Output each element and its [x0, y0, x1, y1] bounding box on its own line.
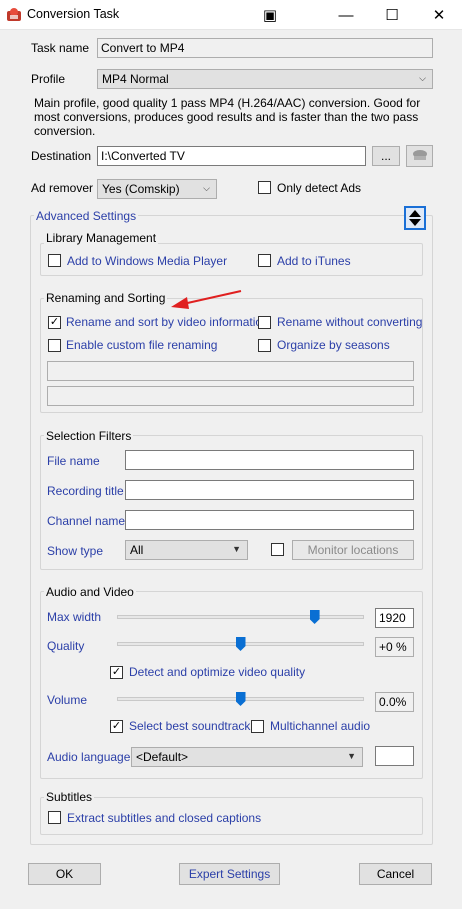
- extract-subtitles-label: Extract subtitles and closed captions: [67, 811, 262, 825]
- audio-language-value: <Default>: [136, 750, 189, 764]
- app-icon: [6, 6, 22, 22]
- add-wmp-label: Add to Windows Media Player: [67, 254, 228, 268]
- advanced-settings-title[interactable]: Advanced Settings: [34, 209, 139, 223]
- audio-language-extra-field[interactable]: [375, 746, 414, 766]
- max-width-slider-track[interactable]: [117, 615, 364, 619]
- ad-remover-dropdown[interactable]: Yes (Comskip) ⌵: [97, 179, 217, 199]
- recording-title-field[interactable]: [125, 480, 414, 500]
- quality-value[interactable]: +0 %: [375, 637, 414, 657]
- multichannel-audio-label: Multichannel audio: [270, 719, 371, 733]
- rename-sort-label: Rename and sort by video information: [66, 315, 269, 329]
- close-button[interactable]: ✕: [416, 0, 462, 30]
- library-management-title: Library Management: [44, 231, 159, 245]
- detect-optimize-checkbox[interactable]: ✓: [110, 666, 123, 679]
- chevron-down-icon: ⌵: [419, 73, 426, 83]
- custom-rename-pattern-field-2: [47, 386, 414, 406]
- custom-renaming-label: Enable custom file renaming: [66, 338, 218, 352]
- add-wmp-checkbox[interactable]: [48, 254, 61, 267]
- add-itunes-label: Add to iTunes: [277, 254, 351, 268]
- volume-value[interactable]: 0.0%: [375, 692, 414, 712]
- organize-seasons-label: Organize by seasons: [277, 338, 390, 352]
- destination-field[interactable]: I:\Converted TV: [97, 146, 366, 166]
- maximize-button[interactable]: ☐: [369, 0, 415, 30]
- ad-remover-label: Ad remover: [31, 181, 94, 195]
- caret-down-icon: ▼: [232, 544, 241, 554]
- max-width-value[interactable]: 1920: [375, 608, 414, 628]
- ad-remover-value: Yes (Comskip): [102, 182, 180, 196]
- network-drive-button[interactable]: [406, 145, 433, 167]
- max-width-label: Max width: [47, 610, 102, 624]
- organize-seasons-checkbox[interactable]: [258, 339, 271, 352]
- profile-dropdown[interactable]: MP4 Normal ⌵: [97, 69, 433, 89]
- select-soundtrack-checkbox[interactable]: ✓: [110, 720, 123, 733]
- cancel-button[interactable]: Cancel: [359, 863, 432, 885]
- channel-name-label: Channel name: [47, 514, 126, 528]
- task-name-label: Task name: [31, 41, 90, 55]
- rename-without-converting-checkbox[interactable]: [258, 316, 271, 329]
- title-bar: Conversion Task ▣ — ☐ ✕: [0, 0, 462, 30]
- rename-sort-checkbox[interactable]: ✓: [48, 316, 61, 329]
- audio-language-label: Audio language: [47, 750, 131, 764]
- custom-renaming-checkbox[interactable]: [48, 339, 61, 352]
- add-itunes-checkbox[interactable]: [258, 254, 271, 267]
- minimize-button[interactable]: —: [323, 0, 369, 30]
- destination-label: Destination: [31, 149, 92, 163]
- expert-settings-button[interactable]: Expert Settings: [179, 863, 280, 885]
- extract-subtitles-checkbox[interactable]: [48, 811, 61, 824]
- window-title: Conversion Task: [27, 7, 120, 21]
- file-name-field[interactable]: [125, 450, 414, 470]
- network-drive-icon: [411, 148, 429, 165]
- selection-filters-title: Selection Filters: [44, 429, 134, 443]
- chevron-down-icon: ⌵: [203, 183, 210, 193]
- browse-button[interactable]: ...: [372, 146, 400, 166]
- select-soundtrack-label: Select best soundtrack: [129, 719, 251, 733]
- only-detect-ads-label: Only detect Ads: [277, 181, 362, 195]
- profile-label: Profile: [31, 72, 66, 86]
- renaming-title: Renaming and Sorting: [44, 291, 168, 305]
- task-name-field[interactable]: Convert to MP4: [97, 38, 433, 58]
- caret-down-icon: ▼: [347, 751, 356, 761]
- collapse-toggle-button[interactable]: [404, 206, 426, 230]
- profile-description: Main profile, good quality 1 pass MP4 (H…: [34, 96, 421, 138]
- quality-label: Quality: [47, 639, 85, 653]
- channel-name-field[interactable]: [125, 510, 414, 530]
- expand-collapse-icon: [409, 210, 421, 226]
- volume-label: Volume: [47, 693, 88, 707]
- recording-title-label: Recording title: [47, 484, 124, 498]
- rename-without-converting-label: Rename without converting: [277, 315, 423, 329]
- monitor-locations-checkbox[interactable]: [271, 543, 284, 556]
- annotation-arrow: [165, 288, 245, 312]
- show-type-dropdown[interactable]: All ▼: [125, 540, 248, 560]
- multichannel-audio-checkbox[interactable]: [251, 720, 264, 733]
- file-name-label: File name: [47, 454, 100, 468]
- ok-button[interactable]: OK: [28, 863, 101, 885]
- audio-language-dropdown[interactable]: <Default> ▼: [131, 747, 363, 767]
- monitor-locations-button[interactable]: Monitor locations: [292, 540, 414, 560]
- show-type-label: Show type: [47, 544, 104, 558]
- only-detect-ads-checkbox[interactable]: [258, 181, 271, 194]
- custom-rename-pattern-field: [47, 361, 414, 381]
- subtitles-title: Subtitles: [44, 790, 95, 804]
- snap-icon[interactable]: ▣: [247, 0, 293, 30]
- detect-optimize-label: Detect and optimize video quality: [129, 665, 306, 679]
- show-type-value: All: [130, 543, 144, 557]
- profile-value: MP4 Normal: [102, 72, 169, 86]
- audio-video-title: Audio and Video: [44, 585, 136, 599]
